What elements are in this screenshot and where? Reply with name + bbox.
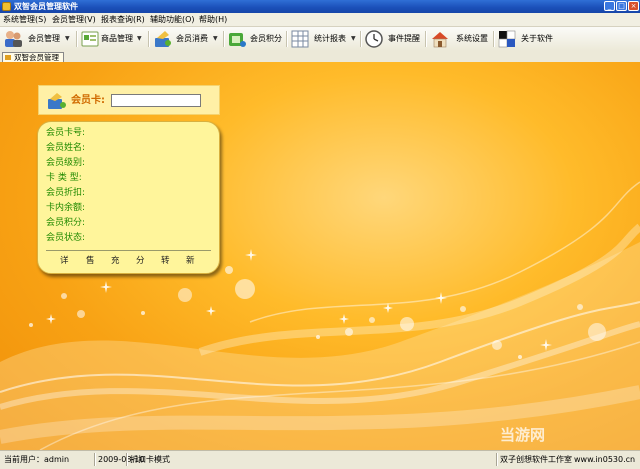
chevron-down-icon[interactable]: ▼	[213, 34, 218, 44]
toolbar: 会员管理 ▼ 商品管理 ▼ 会员消费 ▼ 会员积分 统计报表 ▼ 事件提醒 系统…	[0, 27, 640, 52]
split-button[interactable]: 分	[136, 256, 145, 267]
card-number-input[interactable]	[111, 94, 201, 107]
minimize-button[interactable]: _	[604, 1, 615, 11]
report-grid-icon[interactable]	[290, 29, 310, 49]
member-card-icon	[48, 93, 66, 109]
status-user: 当前用户：admin	[4, 455, 70, 464]
app-icon	[2, 2, 11, 11]
field-member-level: 会员级别:	[46, 158, 86, 168]
menu-help[interactable]: 帮助(H)	[199, 14, 227, 25]
recharge-button[interactable]: 充	[111, 256, 120, 267]
home-icon[interactable]	[430, 29, 450, 49]
about-icon[interactable]	[497, 29, 517, 49]
menu-bar: 系统管理(S) 会员管理(V) 报表查询(R) 辅助功能(O) 帮助(H)	[0, 13, 640, 27]
new-button[interactable]: 新	[186, 256, 195, 267]
status-separator	[94, 453, 96, 466]
toolbar-member-points[interactable]: 会员积分	[250, 34, 282, 44]
status-company: 双子创想软件工作室	[500, 455, 572, 464]
field-member-status: 会员状态:	[46, 233, 86, 243]
product-card-icon[interactable]	[80, 29, 100, 49]
menu-system[interactable]: 系统管理(S)	[3, 14, 46, 25]
field-card-type: 卡 类 型:	[46, 173, 82, 183]
maximize-button[interactable]: □	[616, 1, 627, 11]
field-card-number: 会员卡号:	[46, 128, 86, 138]
title-bar: 双智会员管理软件 _ □ ×	[0, 0, 640, 13]
panel-divider	[46, 250, 211, 251]
toolbar-separator	[148, 31, 150, 47]
card-label: 会员卡:	[71, 95, 105, 106]
field-card-balance: 卡内余额:	[46, 203, 86, 213]
member-info-panel: 会员卡号: 会员姓名: 会员级别: 卡 类 型: 会员折扣: 卡内余额: 会员积…	[37, 121, 220, 274]
toolbar-member-mgmt[interactable]: 会员管理	[28, 34, 60, 44]
watermark-text: 当游网	[500, 426, 546, 444]
toolbar-product-mgmt[interactable]: 商品管理	[101, 34, 133, 44]
toolbar-separator	[493, 31, 495, 47]
menu-member[interactable]: 会员管理(V)	[52, 14, 96, 25]
tab-label: 双智会员管理	[14, 53, 59, 62]
toolbar-separator	[425, 31, 427, 47]
status-separator	[126, 453, 128, 466]
sell-button[interactable]: 售	[86, 256, 95, 267]
card-input-panel: 会员卡:	[38, 85, 220, 115]
toolbar-system-settings[interactable]: 系统设置	[456, 34, 488, 44]
toolbar-separator	[76, 31, 78, 47]
status-website[interactable]: www.in0530.cn	[574, 454, 635, 465]
toolbar-separator	[223, 31, 225, 47]
status-bar: 当前用户：admin 2009-08-10 折扣卡模式 双子创想软件工作室 ww…	[0, 450, 640, 469]
menu-tools[interactable]: 辅助功能(O)	[150, 14, 195, 25]
transfer-button[interactable]: 转	[161, 256, 170, 267]
field-member-discount: 会员折扣:	[46, 188, 86, 198]
toolbar-separator	[286, 31, 288, 47]
main-workspace: 会员卡: 会员卡号: 会员姓名: 会员级别: 卡 类 型: 会员折扣: 卡内余额…	[0, 62, 640, 450]
status-mode: 折扣卡模式	[130, 455, 170, 464]
folder-icon	[5, 55, 11, 60]
status-separator	[496, 453, 498, 466]
toolbar-member-spend[interactable]: 会员消费	[176, 34, 208, 44]
field-member-points: 会员积分:	[46, 218, 86, 228]
toolbar-separator	[360, 31, 362, 47]
window-title: 双智会员管理软件	[14, 2, 78, 11]
toolbar-stat-reports[interactable]: 统计报表	[314, 34, 346, 44]
member-group-icon[interactable]	[3, 29, 23, 49]
member-points-icon[interactable]	[227, 29, 247, 49]
chevron-down-icon[interactable]: ▼	[351, 34, 356, 44]
toolbar-about[interactable]: 关于软件	[521, 34, 553, 44]
detail-button[interactable]: 详	[60, 256, 69, 267]
chevron-down-icon[interactable]: ▼	[65, 34, 70, 44]
chevron-down-icon[interactable]: ▼	[137, 34, 142, 44]
menu-reports[interactable]: 报表查询(R)	[101, 14, 145, 25]
member-spend-icon[interactable]	[153, 29, 173, 49]
field-member-name: 会员姓名:	[46, 143, 86, 153]
close-button[interactable]: ×	[628, 1, 639, 11]
toolbar-event-remind[interactable]: 事件提醒	[388, 34, 420, 44]
clock-icon[interactable]	[364, 29, 384, 49]
